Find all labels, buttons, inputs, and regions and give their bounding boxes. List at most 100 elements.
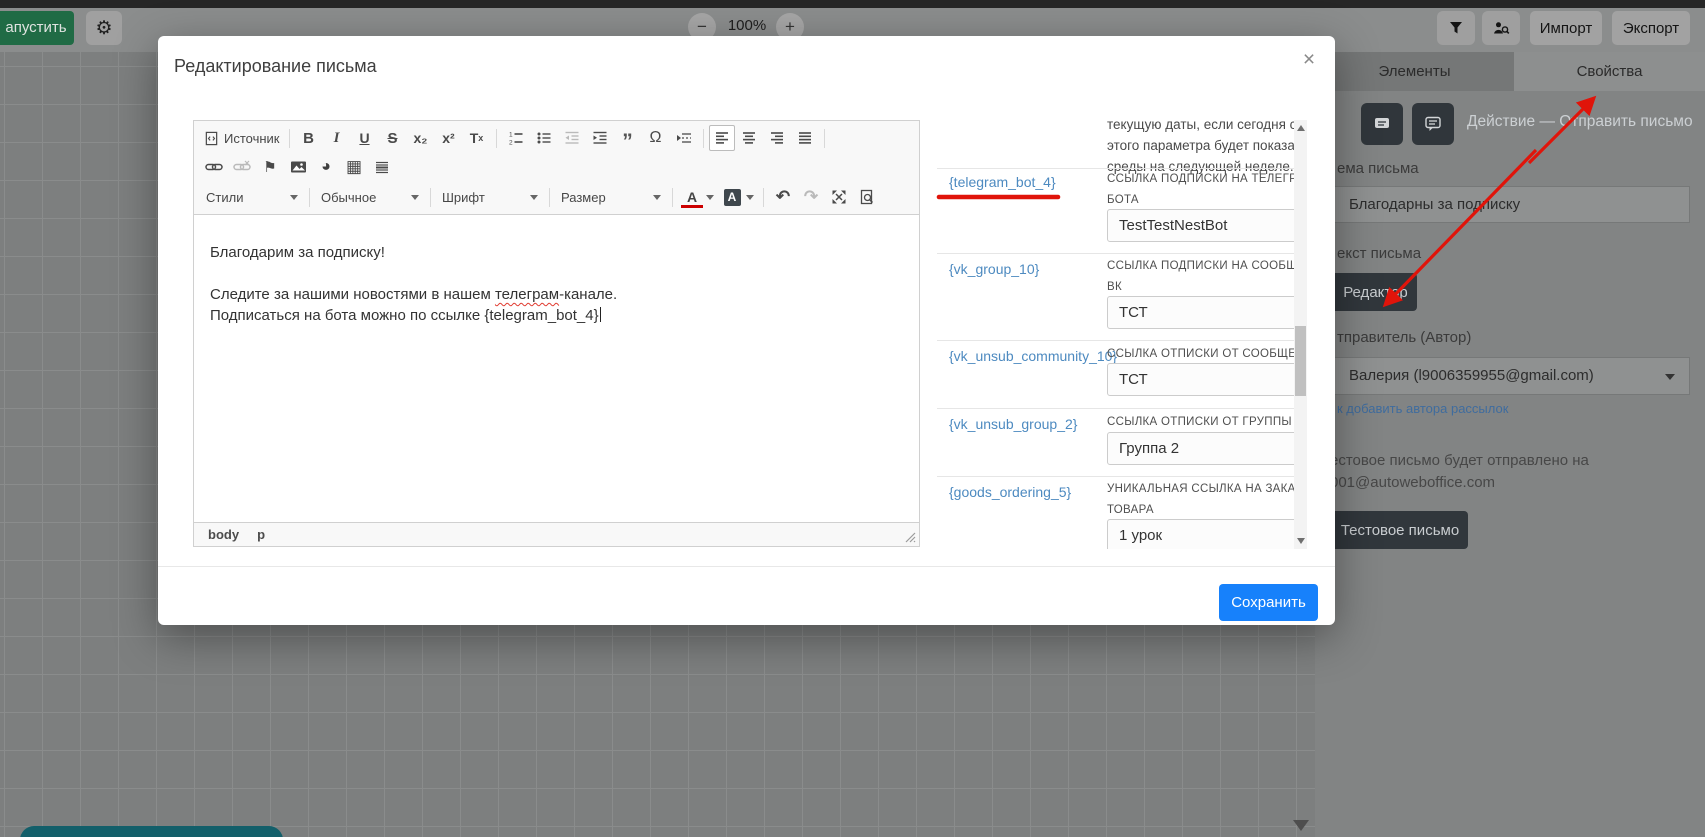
subscript-button[interactable]: x₂ xyxy=(407,125,435,151)
sender-value: Валерия (l9006359955@gmail.com) xyxy=(1349,367,1594,384)
font-dropdown[interactable]: Шрифт xyxy=(436,185,544,209)
anchor-button[interactable]: ⚑ xyxy=(256,154,284,180)
save-button[interactable]: Сохранить xyxy=(1219,584,1318,621)
table-button[interactable]: ▦ xyxy=(340,154,368,180)
variable-token[interactable]: {vk_unsub_group_2} xyxy=(949,416,1077,432)
align-center-button[interactable] xyxy=(735,125,763,151)
variable-value-input[interactable]: TestTestNestBot xyxy=(1107,209,1294,242)
sender-select[interactable]: Валерия (l9006359955@gmail.com) xyxy=(1320,357,1690,395)
test-note-line1: естовое письмо будет отправлено на xyxy=(1330,452,1589,469)
blockquote-button[interactable]: ” xyxy=(614,121,642,155)
chat-bubble-tail-icon xyxy=(1425,116,1441,131)
path-p[interactable]: p xyxy=(257,527,265,542)
divider xyxy=(937,408,1294,409)
add-author-link[interactable]: к добавить автора рассылок xyxy=(1337,401,1508,416)
align-right-icon xyxy=(770,132,783,144)
filter-button[interactable] xyxy=(1437,11,1475,45)
bg-color-button[interactable]: A xyxy=(718,184,746,210)
toolbar-separator xyxy=(823,128,825,148)
source-button[interactable]: Источник xyxy=(200,125,284,151)
styles-dropdown[interactable]: Стили xyxy=(200,185,304,209)
unlink-button[interactable] xyxy=(228,154,256,180)
tab-elements[interactable]: Элементы xyxy=(1315,52,1514,91)
remove-format-button[interactable]: Tx xyxy=(463,125,491,151)
redo-button[interactable]: ↷ xyxy=(797,184,825,210)
source-code-icon xyxy=(205,131,218,145)
italic-button[interactable]: I xyxy=(323,125,351,151)
path-body[interactable]: body xyxy=(208,527,239,542)
font-label: Шрифт xyxy=(442,189,485,205)
indent-button[interactable] xyxy=(586,125,614,151)
bold-button[interactable]: B xyxy=(295,125,323,151)
variable-value-input[interactable]: ТСТ xyxy=(1107,363,1294,396)
image-button[interactable] xyxy=(284,154,312,180)
variable-token[interactable]: {goods_ordering_5} xyxy=(949,484,1071,500)
variable-description: ССЫЛКА ОТПИСКИ ОТ ГРУППЫ ВК xyxy=(1107,416,1294,428)
resize-grip-icon[interactable] xyxy=(904,531,916,543)
close-icon[interactable]: × xyxy=(1297,48,1321,72)
align-left-button[interactable] xyxy=(708,125,735,151)
scrollbar-thumb[interactable] xyxy=(1295,326,1306,396)
settings-button[interactable]: ⚙ xyxy=(86,11,122,45)
horizontal-rule-button[interactable] xyxy=(368,154,396,180)
variable-value-input[interactable]: Группа 2 xyxy=(1107,432,1294,465)
funnel-node[interactable] xyxy=(20,826,283,837)
variable-token[interactable]: {telegram_bot_4} xyxy=(949,174,1056,190)
message-type-button[interactable] xyxy=(1361,103,1403,145)
variable-value-input[interactable]: ТСТ xyxy=(1107,296,1294,329)
send-test-button[interactable]: Тестовое письмо xyxy=(1320,511,1468,549)
bulleted-list-button[interactable] xyxy=(530,125,558,151)
tab-properties[interactable]: Свойства xyxy=(1514,52,1705,91)
export-button[interactable]: Экспорт xyxy=(1612,11,1690,45)
text-color-a: A xyxy=(686,189,698,205)
underline-button[interactable]: U xyxy=(351,125,379,151)
special-char-button[interactable]: Ω xyxy=(642,125,670,151)
strikethrough-button[interactable]: S xyxy=(379,125,407,151)
filter-funnel-icon xyxy=(1450,22,1462,34)
format-dropdown[interactable]: Обычное xyxy=(315,185,425,209)
numbered-list-button[interactable]: 12 xyxy=(502,125,530,151)
variable-description-partial: этого параметра будет показана xyxy=(1107,138,1294,153)
align-right-button[interactable] xyxy=(763,125,791,151)
preview-button[interactable] xyxy=(853,184,881,210)
edit-letter-modal: Редактирование письма × Источник B I U S… xyxy=(158,36,1335,625)
app-screen: апустить ⚙ − 100% + Импорт Экспорт Элеме… xyxy=(0,0,1705,837)
smiley-button[interactable]: ◕ xyxy=(312,154,340,180)
link-button[interactable] xyxy=(200,154,228,180)
text-color-button[interactable]: A xyxy=(678,184,706,210)
find-contact-button[interactable] xyxy=(1482,11,1520,45)
chevron-down-icon xyxy=(411,194,419,200)
variable-description: ССЫЛКА ПОДПИСКИ НА СООБЩЕСТВО xyxy=(1107,260,1294,272)
undo-button[interactable]: ↶ xyxy=(769,184,797,210)
variable-description-partial: текущую даты, если сегодня сред xyxy=(1107,120,1294,132)
page-break-button[interactable] xyxy=(670,125,698,151)
scroll-up-icon[interactable] xyxy=(1296,125,1305,131)
text-run: Следите за нашими новостями в нашем xyxy=(210,286,495,303)
align-justify-icon xyxy=(798,132,811,144)
canvas-scroll-down-icon[interactable] xyxy=(1293,820,1309,831)
align-left-icon xyxy=(715,132,728,144)
variable-description: ССЫЛКА ПОДПИСКИ НА ТЕЛЕГРАМ xyxy=(1107,173,1294,185)
source-label: Источник xyxy=(224,130,280,146)
size-dropdown[interactable]: Размер xyxy=(555,185,667,209)
variable-token[interactable]: {vk_unsub_community_10} xyxy=(949,348,1117,364)
variable-value-input[interactable]: 1 урок xyxy=(1107,519,1294,549)
import-button[interactable]: Импорт xyxy=(1530,11,1602,45)
scroll-down-icon[interactable] xyxy=(1296,538,1305,544)
align-justify-button[interactable] xyxy=(791,125,819,151)
message-comment-button[interactable] xyxy=(1412,103,1454,145)
horizontal-rule-icon xyxy=(376,161,388,174)
editor-content[interactable]: Благодарим за подписку! Следите за нашим… xyxy=(194,215,919,522)
superscript-button[interactable]: x² xyxy=(435,125,463,151)
divider xyxy=(937,253,1294,254)
action-title: Действие — Отправить письмо xyxy=(1467,113,1693,130)
subject-input[interactable]: Благодарны за подписку xyxy=(1320,186,1690,223)
run-button[interactable]: апустить xyxy=(0,11,74,45)
maximize-button[interactable] xyxy=(825,184,853,210)
variable-token[interactable]: {vk_group_10} xyxy=(949,261,1039,277)
link-icon xyxy=(205,163,223,171)
subject-label: ема письма xyxy=(1337,160,1419,177)
outdent-button[interactable] xyxy=(558,125,586,151)
person-search-icon xyxy=(1493,22,1509,34)
variables-scrollbar[interactable] xyxy=(1294,120,1307,549)
